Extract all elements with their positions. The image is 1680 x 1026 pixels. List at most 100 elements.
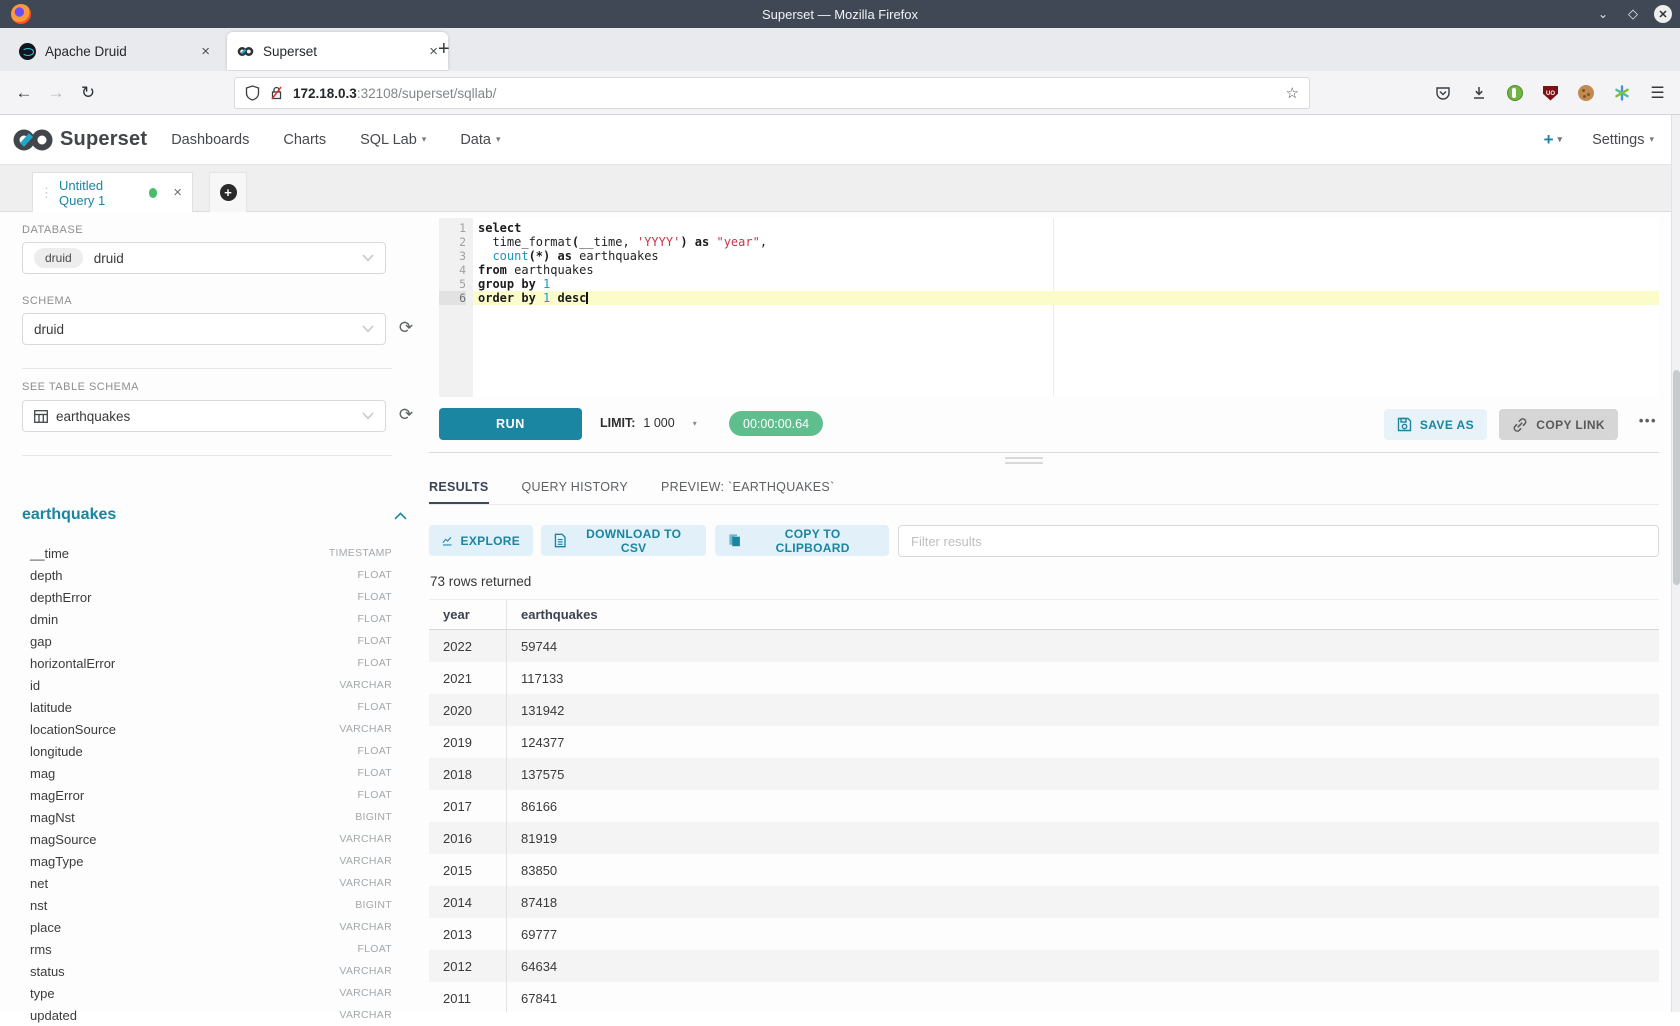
collapse-chevron-icon[interactable] [394, 512, 407, 520]
column-type: VARCHAR [339, 723, 392, 735]
column-row[interactable]: rmsFLOAT [22, 938, 392, 960]
column-name: magSource [30, 832, 96, 847]
scrollbar-thumb[interactable] [1673, 370, 1680, 585]
window-maximize-button[interactable]: ◇ [1624, 5, 1642, 23]
schema-label: SCHEMA [22, 295, 72, 307]
back-button[interactable]: ← [8, 83, 40, 103]
tab-preview-earthquakes[interactable]: PREVIEW: `EARTHQUAKES` [661, 470, 835, 504]
cookie-extension-icon[interactable] [1578, 85, 1594, 101]
schema-select[interactable]: druid [22, 313, 386, 345]
editor-code-wrap[interactable]: select time_format(__time, 'YYYY') as "y… [473, 218, 1659, 397]
window-close-button[interactable]: ✕ [1654, 5, 1672, 23]
nav-item-charts[interactable]: Charts [283, 132, 326, 148]
more-menu-icon[interactable]: ••• [1639, 413, 1657, 428]
query-tab-close-icon[interactable]: × [173, 184, 182, 201]
filter-results-input[interactable] [898, 525, 1659, 557]
new-tab-button[interactable]: + [438, 38, 450, 61]
column-row[interactable]: nstBIGINT [22, 894, 392, 916]
ublock-origin-icon[interactable]: UO [1542, 85, 1559, 102]
forward-button[interactable]: → [40, 83, 72, 103]
column-type: VARCHAR [339, 987, 392, 999]
column-type: VARCHAR [339, 679, 392, 691]
download-to-csv-button[interactable]: DOWNLOAD TO CSV [541, 525, 706, 556]
nav-item-data[interactable]: Data▾ [460, 132, 500, 148]
nav-item-sql-lab[interactable]: SQL Lab▾ [360, 132, 426, 148]
column-row[interactable]: placeVARCHAR [22, 916, 392, 938]
query-tab-untitled-query-1[interactable]: ⋮ Untitled Query 1 × [32, 172, 193, 212]
copy-to-clipboard-button[interactable]: COPY TO CLIPBOARD [715, 525, 889, 556]
privacy-badger-icon[interactable] [1506, 85, 1523, 102]
table-cell: 83850 [507, 854, 557, 886]
url-bar[interactable]: 172.18.0.3:32108/superset/sqllab/ ☆ [234, 77, 1310, 109]
extension-asterisk-icon[interactable] [1613, 85, 1630, 102]
column-header-earthquakes[interactable]: earthquakes [507, 607, 598, 622]
save-as-button[interactable]: SAVE AS [1384, 409, 1487, 440]
bookmark-star-icon[interactable]: ☆ [1286, 84, 1299, 102]
refresh-tables-icon[interactable]: ⟳ [396, 405, 416, 425]
column-row[interactable]: latitudeFLOAT [22, 696, 392, 718]
column-row[interactable]: locationSourceVARCHAR [22, 718, 392, 740]
browser-tab-apache-druid[interactable]: Apache Druid × [9, 32, 220, 70]
column-row[interactable]: depthErrorFLOAT [22, 586, 392, 608]
tab-results[interactable]: RESULTS [429, 470, 489, 504]
column-name: gap [30, 634, 52, 649]
resize-drag-handle[interactable] [1005, 457, 1043, 467]
column-type: VARCHAR [339, 877, 392, 889]
column-row[interactable]: updatedVARCHAR [22, 1004, 392, 1026]
nav-item-dashboards[interactable]: Dashboards [171, 132, 249, 148]
browser-tab-superset[interactable]: Superset × [227, 32, 448, 70]
column-row[interactable]: magTypeVARCHAR [22, 850, 392, 872]
column-name: depth [30, 568, 63, 583]
column-row[interactable]: netVARCHAR [22, 872, 392, 894]
column-row[interactable]: __timeTIMESTAMP [22, 542, 392, 564]
column-type: TIMESTAMP [329, 547, 392, 559]
column-row[interactable]: longitudeFLOAT [22, 740, 392, 762]
downloads-icon[interactable] [1470, 85, 1487, 102]
table-schema-title[interactable]: earthquakes [22, 506, 116, 524]
table-value: earthquakes [56, 409, 130, 424]
table-cell: 2018 [429, 758, 507, 790]
tracking-shield-icon[interactable] [245, 85, 260, 101]
tab-close-icon[interactable]: × [415, 43, 438, 60]
run-button[interactable]: RUN [439, 408, 582, 440]
settings-menu[interactable]: Settings▾ [1592, 132, 1654, 148]
column-row[interactable]: depthFLOAT [22, 564, 392, 586]
superset-logo[interactable]: Superset [12, 127, 147, 153]
column-row[interactable]: statusVARCHAR [22, 960, 392, 982]
tab-close-icon[interactable]: × [187, 43, 210, 60]
add-new-menu[interactable]: +▾ [1544, 130, 1562, 150]
explore-button[interactable]: EXPLORE [429, 525, 533, 556]
column-row[interactable]: idVARCHAR [22, 674, 392, 696]
column-row[interactable]: typeVARCHAR [22, 982, 392, 1004]
column-header-year[interactable]: year [429, 600, 507, 629]
copy-link-button[interactable]: COPY LINK [1499, 409, 1618, 440]
drag-handle-icon[interactable]: ⋮ [40, 185, 52, 201]
column-name: status [30, 964, 65, 979]
column-row[interactable]: gapFLOAT [22, 630, 392, 652]
window-minimize-button[interactable]: ⌄ [1594, 5, 1612, 23]
pocket-icon[interactable] [1434, 85, 1451, 102]
new-query-tab-button[interactable]: + [209, 172, 247, 212]
database-select[interactable]: druid druid [22, 242, 386, 274]
column-row[interactable]: magSourceVARCHAR [22, 828, 392, 850]
table-select[interactable]: earthquakes [22, 400, 386, 432]
limit-control[interactable]: LIMIT: 1 000 ▾ [600, 416, 697, 430]
column-row[interactable]: magFLOAT [22, 762, 392, 784]
reload-button[interactable]: ↻ [72, 83, 104, 103]
column-row[interactable]: dminFLOAT [22, 608, 392, 630]
hamburger-menu-icon[interactable]: ☰ [1649, 85, 1666, 102]
column-row[interactable]: magErrorFLOAT [22, 784, 392, 806]
table-cell: 2012 [429, 950, 507, 982]
refresh-schemas-icon[interactable]: ⟳ [396, 318, 416, 338]
column-row[interactable]: magNstBIGINT [22, 806, 392, 828]
code-line: count(*) as earthquakes [473, 249, 1659, 263]
sql-editor[interactable]: 123456 select time_format(__time, 'YYYY'… [439, 218, 1659, 397]
page-scrollbar[interactable] [1671, 115, 1680, 1012]
table-row: 2018137575 [429, 758, 1659, 790]
browser-toolbar: ← → ↻ 172.18.0.3:32108/superset/sqllab/ … [0, 71, 1680, 115]
tab-query-history[interactable]: QUERY HISTORY [522, 470, 628, 504]
chevron-down-icon: ▾ [693, 419, 697, 428]
insecure-lock-icon[interactable] [269, 85, 284, 101]
column-name: mag [30, 766, 55, 781]
column-row[interactable]: horizontalErrorFLOAT [22, 652, 392, 674]
